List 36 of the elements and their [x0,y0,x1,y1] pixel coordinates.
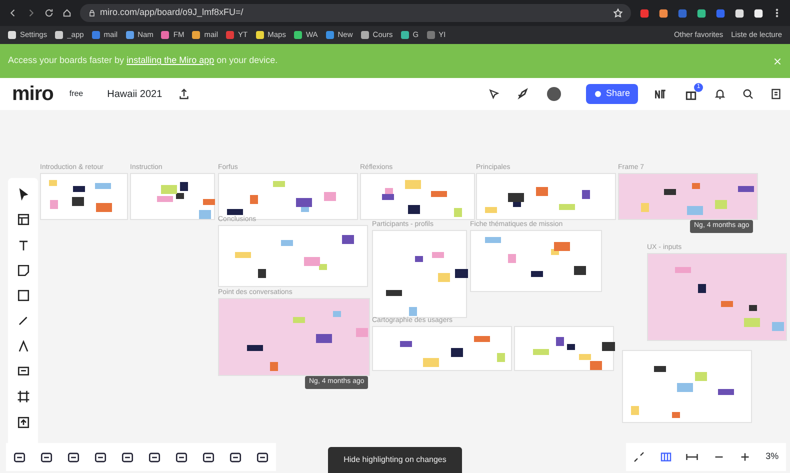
shape-icon[interactable] [16,289,30,302]
select-icon[interactable] [16,188,30,202]
board-title[interactable]: Hawaii 2021 [107,86,162,102]
share-button[interactable]: Share [586,84,638,104]
search-icon[interactable] [742,88,754,100]
extension-icon[interactable] [658,8,669,18]
pointer-icon[interactable] [488,88,500,100]
avatar-icon [546,86,562,102]
banner-text: Access your boards faster by installing the Miro app on your device. [8,54,278,68]
tooltip: Hide highlighting on changes [328,447,462,473]
rocket-icon[interactable] [516,87,530,101]
extension-icon[interactable] [753,8,764,18]
extension-icon[interactable] [734,8,745,18]
frame-icon[interactable] [16,390,30,404]
bell-icon[interactable] [714,88,726,100]
extension-icon[interactable] [696,8,707,18]
home-icon[interactable] [62,8,72,18]
board-list-icon[interactable] [770,88,782,100]
map-icon[interactable] [660,451,672,463]
pen-icon[interactable] [16,314,30,328]
zoom-fit-icon[interactable] [686,451,698,463]
zoom-in-icon[interactable] [739,451,752,463]
miro-logo: miro [12,82,54,107]
star-icon[interactable] [613,8,623,18]
connector-icon[interactable] [16,340,30,353]
text-icon[interactable] [16,238,30,252]
fit-icon[interactable] [633,451,646,463]
upload-icon[interactable] [16,416,30,429]
export-icon[interactable] [178,88,190,100]
plan-label: free [69,88,84,100]
template-icon[interactable] [16,213,30,226]
zoom-level[interactable]: 3% [766,450,779,464]
comment-icon[interactable] [16,364,30,378]
reload-icon[interactable] [44,8,54,18]
lock-icon [88,9,96,17]
sticky-note-icon[interactable] [16,264,30,277]
